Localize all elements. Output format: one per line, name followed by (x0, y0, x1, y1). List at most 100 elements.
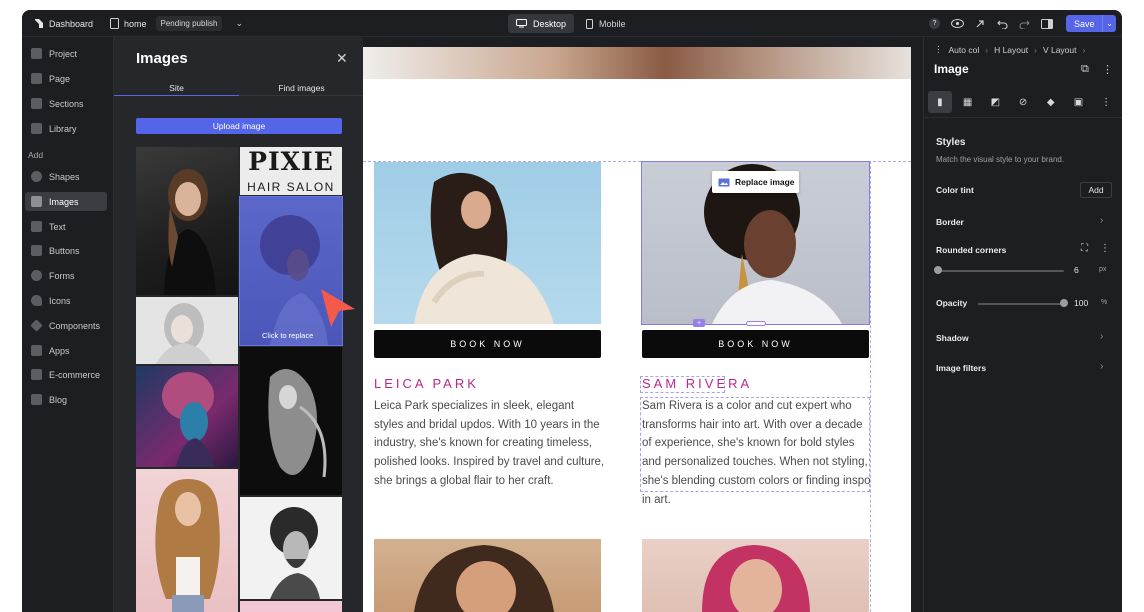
slider-handle[interactable] (1060, 299, 1068, 307)
resize-handle[interactable] (746, 321, 766, 326)
layout-icon[interactable]: ▦ (956, 91, 980, 113)
curly-man-image (270, 507, 320, 599)
stylist-photo[interactable] (374, 539, 601, 612)
woman-portrait-image (164, 169, 216, 295)
sidebar-item-sections[interactable]: Sections (25, 94, 107, 113)
image-filters-label[interactable]: Image filters (936, 363, 986, 373)
page-icon (110, 18, 119, 29)
add-color-tint-button[interactable]: Add (1080, 182, 1112, 198)
woman-fur-coat-image (414, 172, 554, 324)
text-icon (31, 221, 42, 232)
image-thumbnail[interactable] (240, 497, 342, 599)
panel-title: Image (934, 62, 969, 76)
sidebar-item-label: Library (49, 123, 77, 134)
chevron-down-icon[interactable]: ⌄ (1102, 15, 1116, 32)
toggle-panel-button[interactable] (1041, 10, 1053, 37)
help-button[interactable]: ? (929, 10, 940, 37)
sidebar-item-forms[interactable]: Forms (25, 266, 107, 285)
sidebar-item-project[interactable]: Project (25, 44, 107, 63)
stylist-photo[interactable] (642, 539, 869, 612)
duplicate-icon[interactable]: ⧉ (1081, 63, 1089, 76)
stylist-photo[interactable] (374, 162, 601, 324)
add-element-icon[interactable]: + (693, 319, 705, 327)
panel-title: Images (136, 50, 188, 67)
sidebar-item-buttons[interactable]: Buttons (25, 241, 107, 260)
book-now-button[interactable]: BOOK NOW (374, 330, 601, 358)
stylist-name[interactable]: LEICA PARK (374, 376, 479, 391)
crop-icon[interactable]: ◩ (983, 91, 1007, 113)
more-vertical-icon[interactable]: ⋮ (1094, 91, 1118, 113)
tab-site[interactable]: Site (114, 83, 239, 93)
rounded-corners-value[interactable]: 6 (1074, 265, 1079, 275)
stylist-bio[interactable]: Leica Park specializes in sleek, elegant… (374, 397, 606, 491)
sidebar-item-label: Shapes (49, 171, 80, 182)
upload-image-button[interactable]: Upload image (136, 118, 342, 134)
chevron-right-icon[interactable]: › (1100, 331, 1103, 342)
image-thumbnail[interactable] (240, 601, 342, 612)
animation-icon[interactable]: ◆ (1039, 91, 1063, 113)
breadcrumb-item[interactable]: H Layout (994, 45, 1028, 55)
shadow-label[interactable]: Shadow (936, 333, 969, 343)
tab-find-images[interactable]: Find images (239, 83, 364, 93)
chevron-right-icon[interactable]: › (1100, 215, 1103, 226)
image-thumbnail[interactable]: PIXIE HAIR SALON (240, 147, 342, 195)
close-icon[interactable]: ✕ (336, 50, 348, 67)
hero-image[interactable] (363, 47, 911, 79)
image-thumbnail[interactable] (136, 469, 238, 612)
pink-hair-woman-image (702, 545, 810, 612)
sidebar-item-blog[interactable]: Blog (25, 390, 107, 409)
sidebar-item-apps[interactable]: Apps (25, 341, 107, 360)
page-selector[interactable]: home Pending publish ⌄ (110, 10, 243, 37)
sidebar-item-shapes[interactable]: Shapes (25, 167, 107, 186)
link-icon[interactable]: ⊘ (1011, 91, 1035, 113)
chevron-right-icon: › (1082, 44, 1086, 55)
book-now-button[interactable]: BOOK NOW (642, 330, 869, 358)
undo-button[interactable] (997, 10, 1008, 37)
image-thumbnail[interactable] (240, 347, 342, 495)
device-mobile-button[interactable]: Mobile (578, 14, 634, 33)
sidebar-item-library[interactable]: Library (25, 119, 107, 138)
image-icon[interactable]: ▣ (1067, 91, 1091, 113)
redo-button[interactable] (1019, 10, 1030, 37)
active-tab-indicator (114, 95, 239, 96)
sidebar-item-page[interactable]: Page (25, 69, 107, 88)
replace-image-button[interactable]: Replace image (712, 171, 799, 193)
chevron-right-icon[interactable]: › (1100, 361, 1103, 372)
opacity-slider[interactable] (978, 303, 1064, 305)
image-thumbnail[interactable] (136, 366, 238, 467)
more-vertical-icon[interactable]: ⋮ (1100, 243, 1110, 254)
stylist-name[interactable]: SAM RIVERA (642, 376, 752, 391)
mobile-icon (586, 18, 594, 29)
opacity-value[interactable]: 100 (1074, 298, 1088, 308)
blonde-woman-image (136, 297, 238, 364)
dashboard-link[interactable]: Dashboard (34, 10, 93, 37)
more-vertical-icon[interactable]: ⋮ (1102, 63, 1113, 76)
rounded-corners-slider[interactable] (938, 270, 1064, 272)
panel-icon (1041, 18, 1053, 29)
woman-portrait-image (414, 545, 554, 612)
sidebar-item-ecommerce[interactable]: E-commerce (25, 365, 107, 384)
chevron-down-icon[interactable]: ⌄ (235, 18, 243, 29)
paint-roller-icon[interactable]: ▮ (928, 91, 952, 113)
save-button[interactable]: Save ⌄ (1066, 15, 1116, 32)
top-bar: Dashboard home Pending publish ⌄ Desktop… (22, 10, 1122, 37)
breadcrumb-item[interactable]: V Layout (1043, 45, 1077, 55)
page-preview: BOOK NOW LEICA PARK Leica Park specializ… (363, 47, 911, 612)
slider-handle[interactable] (934, 266, 942, 274)
sidebar-item-images[interactable]: Images (25, 192, 107, 211)
device-desktop-button[interactable]: Desktop (508, 14, 575, 33)
image-thumbnail[interactable] (136, 147, 238, 295)
expand-corners-icon[interactable]: ⛶ (1081, 243, 1088, 254)
image-thumbnail[interactable] (136, 297, 238, 364)
border-label[interactable]: Border (936, 217, 964, 227)
stylist-bio[interactable]: Sam Rivera is a color and cut expert who… (642, 397, 874, 509)
more-vertical-icon[interactable]: ⋮ (934, 44, 943, 55)
dashboard-label: Dashboard (49, 18, 94, 29)
sidebar-item-icons[interactable]: Icons (25, 291, 107, 310)
breadcrumb-item[interactable]: Auto col (949, 45, 980, 55)
shapes-icon (31, 171, 42, 182)
open-external-button[interactable] (975, 10, 985, 37)
preview-button[interactable] (951, 10, 964, 37)
sidebar-item-text[interactable]: Text (25, 217, 107, 236)
sidebar-item-components[interactable]: Components (25, 316, 107, 335)
